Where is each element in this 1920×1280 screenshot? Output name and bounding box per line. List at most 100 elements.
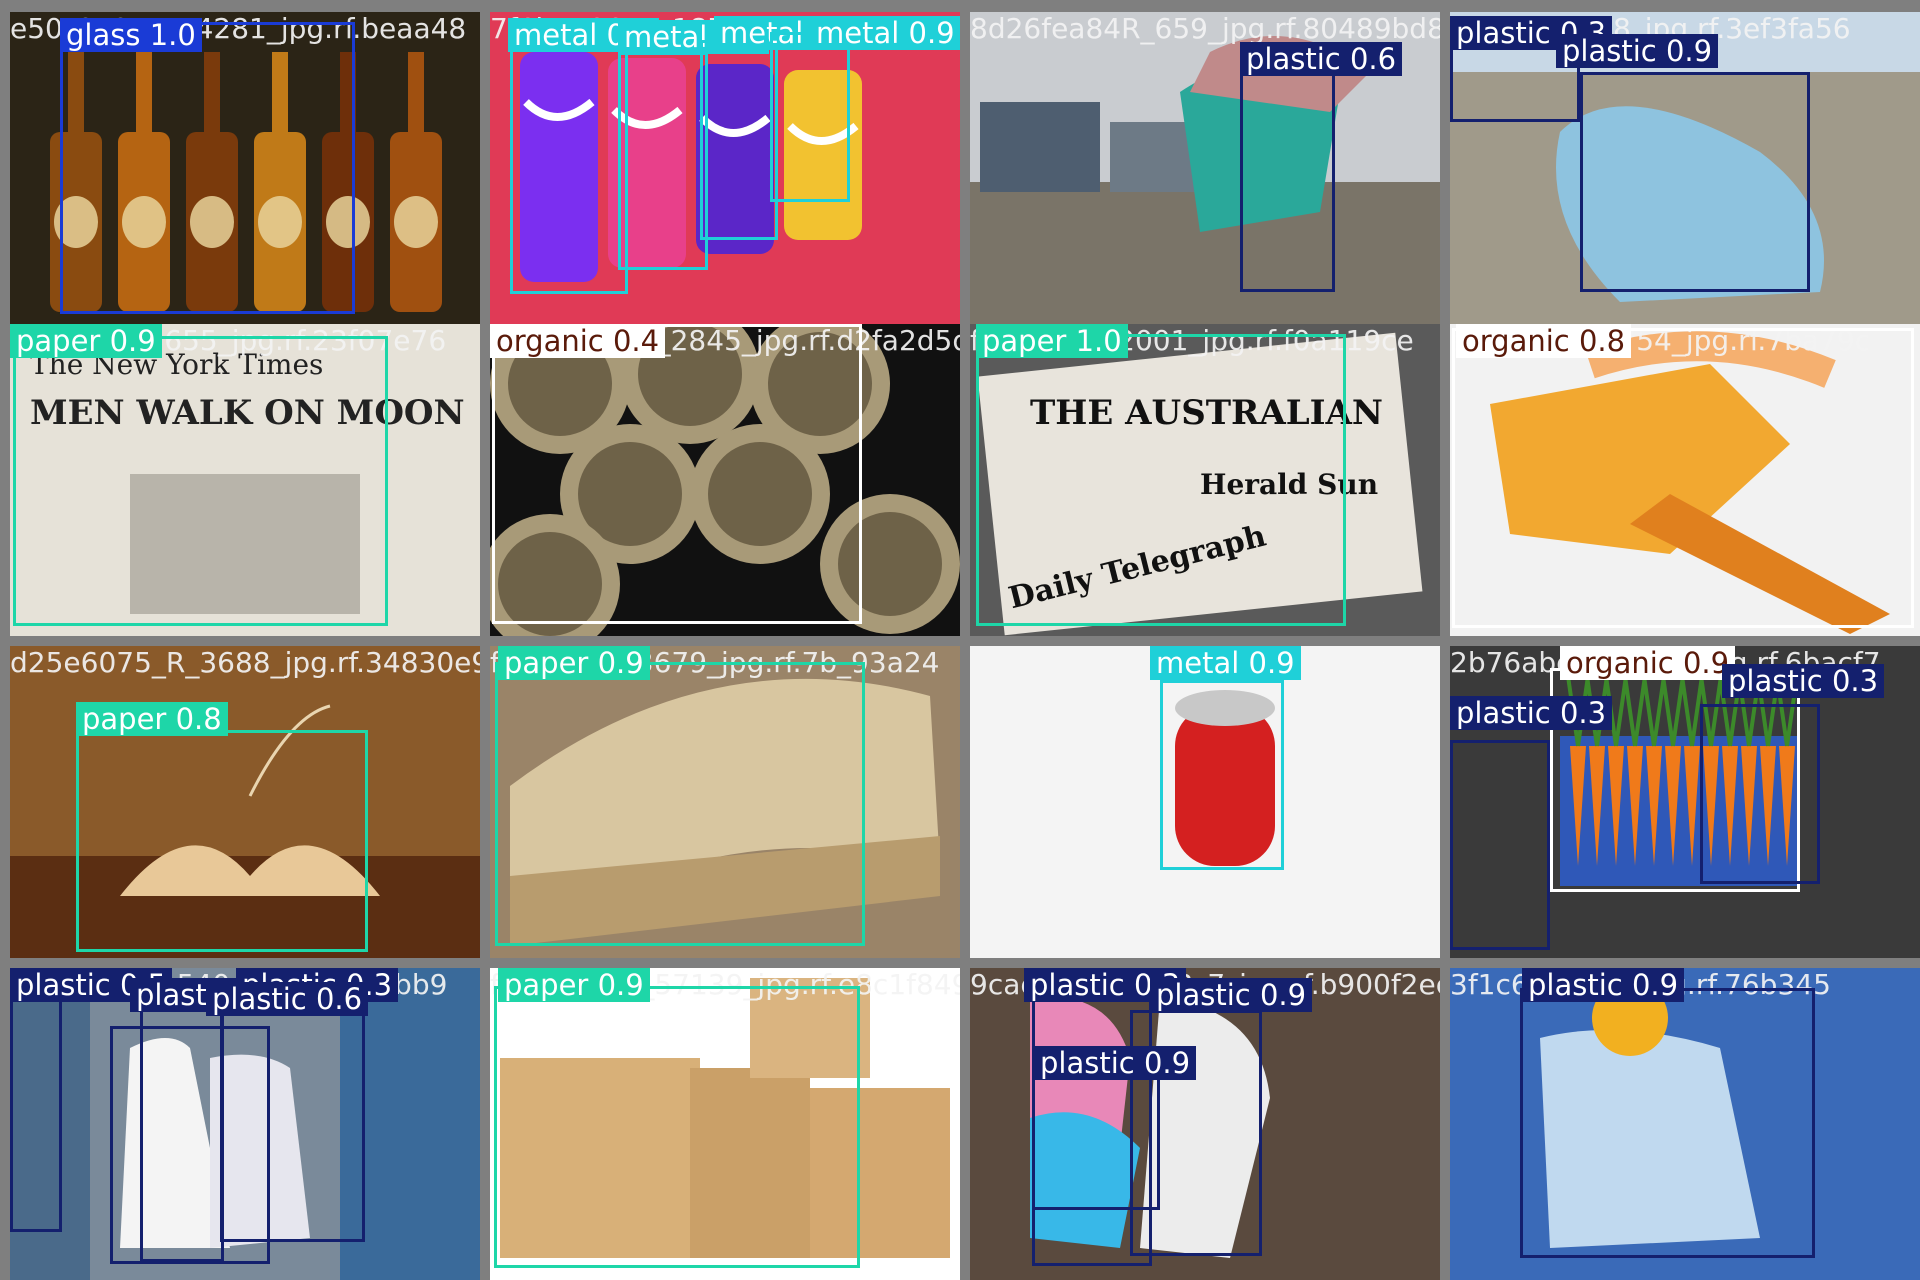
- image-tile: de5c0c2_R_540_jpg.rf.eebebb9plastic 0.5p…: [10, 968, 480, 1280]
- label-score: 0.9: [1631, 968, 1679, 1002]
- detection-label: plastic 0.9: [1522, 968, 1685, 1002]
- detection-box: [10, 974, 62, 1232]
- label-class: plastic: [1728, 664, 1823, 698]
- detection-label: organic 0.8: [1456, 324, 1632, 358]
- image-tile: 8d26fea84R_659_jpg.rf.80489bd8 plastic 0.…: [970, 12, 1440, 324]
- label-score: 0.9: [109, 324, 156, 358]
- label-class: organic: [1462, 324, 1570, 358]
- label-score: 1.0: [1075, 324, 1122, 358]
- detection-label: plastic 0.6: [1240, 42, 1403, 76]
- label-score: 0.8: [175, 702, 222, 736]
- label-score: 1.0: [149, 18, 196, 52]
- detection-box: [13, 336, 388, 626]
- label-score: 0.9: [908, 16, 955, 50]
- detection-box: [494, 986, 860, 1268]
- detection-label: paper 0.9: [498, 646, 650, 680]
- detection-box: [492, 324, 862, 624]
- detection-label: plastic 0.6: [206, 982, 369, 1016]
- label-class: plastic: [16, 968, 111, 1002]
- label-class: plastic: [1040, 1046, 1135, 1080]
- label-class: plastic: [1562, 34, 1657, 68]
- detection-box: [76, 730, 368, 952]
- label-class: metal: [816, 16, 900, 50]
- detection-box: [1520, 988, 1815, 1258]
- detection-label: paper 0.9: [498, 968, 650, 1002]
- label-class: paper: [16, 324, 101, 358]
- image-tile: 3a1fe_R_528_jpg.rf.3ef3fa56 plastic 0.3 pl…: [1450, 12, 1920, 324]
- label-class: organic: [496, 324, 604, 358]
- detection-box: [1580, 72, 1810, 292]
- label-class: paper: [504, 646, 589, 680]
- label-class: plastic: [1456, 16, 1551, 50]
- image-filename: d25e6075_R_3688_jpg.rf.34830e9: [10, 646, 480, 679]
- detection-box: [1450, 740, 1550, 950]
- image-tile: b0dd6b568_R_1703a1ea0076dcdbmetal 0.9: [970, 646, 1440, 958]
- detection-label: paper 0.9: [10, 324, 162, 358]
- image-tile: e50_9521_R_4281_jpg.rf.beaa48 glass 1.0: [10, 12, 480, 324]
- label-class: plastic: [1456, 696, 1551, 730]
- detection-label: plastic 0.3: [1450, 696, 1613, 730]
- label-class: metal: [1156, 646, 1240, 680]
- label-score: 0.4: [612, 324, 660, 358]
- image-filename: 8d26fea84R_659_jpg.rf.80489bd8: [970, 12, 1440, 45]
- label-class: organic: [1566, 646, 1674, 680]
- label-class: metal: [624, 20, 708, 54]
- label-score: 0.6: [1349, 42, 1397, 76]
- detection-box: [510, 32, 628, 294]
- detection-label: metal 0.9: [810, 16, 960, 50]
- image-tile: 8fa2d3ab_R_2845_jpg.rf.d2fa2d5d organic 0…: [490, 324, 960, 636]
- image-tile: The New York Times MEN WALK ON MOON 83dd2_…: [10, 324, 480, 636]
- detection-label: metal 0.9: [1150, 646, 1301, 680]
- detection-box: [618, 52, 708, 270]
- label-score: 0.6: [315, 982, 363, 1016]
- label-score: 0.9: [597, 646, 644, 680]
- label-class: paper: [982, 324, 1067, 358]
- label-score: 0.9: [1259, 978, 1307, 1012]
- label-score: 0.9: [597, 968, 644, 1002]
- image-tile: 2b76abc_R_2920_jpg.rf.6bacf7organic 0.9p…: [1450, 646, 1920, 958]
- detection-box: [1240, 72, 1335, 292]
- detection-label: organic 0.4: [490, 324, 666, 358]
- detection-box: [220, 998, 365, 1242]
- detection-box: [1700, 704, 1820, 884]
- image-tile: f6e0d5_R_3679_jpg.rf.7b_93a24 paper 0.9: [490, 646, 960, 958]
- image-tile: 9cae1c0955R_3_7_jpg.rf.b900f2ecplastic 0…: [970, 968, 1440, 1280]
- label-score: 0.3: [1831, 664, 1879, 698]
- detection-box: [1452, 328, 1914, 628]
- image-tile: d25e6075_R_3688_jpg.rf.34830e9paper 0.8: [10, 646, 480, 958]
- detection-label: plastic 0.3: [1722, 664, 1885, 698]
- detection-box: [976, 334, 1346, 626]
- image-tile: THE AUSTRALIAN Herald Sun Daily Telegraph f…: [970, 324, 1440, 636]
- label-class: plastic: [1246, 42, 1341, 76]
- label-score: 0.3: [1559, 696, 1607, 730]
- detection-mosaic: e50_9521_R_4281_jpg.rf.beaa48glass 1.07f…: [0, 0, 1920, 1280]
- detection-label: plastic 0.9: [1034, 1046, 1197, 1080]
- detection-label: plastic 0.9: [1556, 34, 1719, 68]
- label-class: plastic: [1156, 978, 1251, 1012]
- label-score: 0.8: [1578, 324, 1626, 358]
- detection-label: glass 1.0: [60, 18, 202, 52]
- detection-box: [495, 662, 865, 946]
- detection-label: paper 0.8: [76, 702, 228, 736]
- detection-box: [700, 40, 778, 240]
- image-tile: fc7a83e9R_57139_jpg.rf.e8c1f849 paper 0.9: [490, 968, 960, 1280]
- detection-label: paper 1.0: [976, 324, 1128, 358]
- label-class: glass: [66, 18, 141, 52]
- detection-label: plastic 0.9: [1150, 978, 1313, 1012]
- label-class: paper: [82, 702, 167, 736]
- label-score: 0.9: [1665, 34, 1713, 68]
- label-class: plastic: [1030, 968, 1125, 1002]
- detection-box: [1160, 680, 1284, 870]
- detection-box: [1032, 1072, 1160, 1210]
- detection-label: organic 0.9: [1560, 646, 1736, 680]
- label-score: 0.9: [1248, 646, 1295, 680]
- detection-box: [60, 22, 355, 314]
- detection-box: [770, 32, 850, 202]
- image-tile: a5c0a_R_13754_jpg.rf.7ba79c organic 0.8: [1450, 324, 1920, 636]
- image-tile: 3f1c6_R_414_jpg.rf.76b345plastic 0.9: [1450, 968, 1920, 1280]
- image-tile: 7f6b4420_R_1873_jpg.rf.c887b4bmetal 0.9m…: [490, 12, 960, 324]
- label-class: paper: [504, 968, 589, 1002]
- label-score: 0.9: [1143, 1046, 1191, 1080]
- label-class: plastic: [212, 982, 307, 1016]
- label-class: metal: [514, 18, 598, 52]
